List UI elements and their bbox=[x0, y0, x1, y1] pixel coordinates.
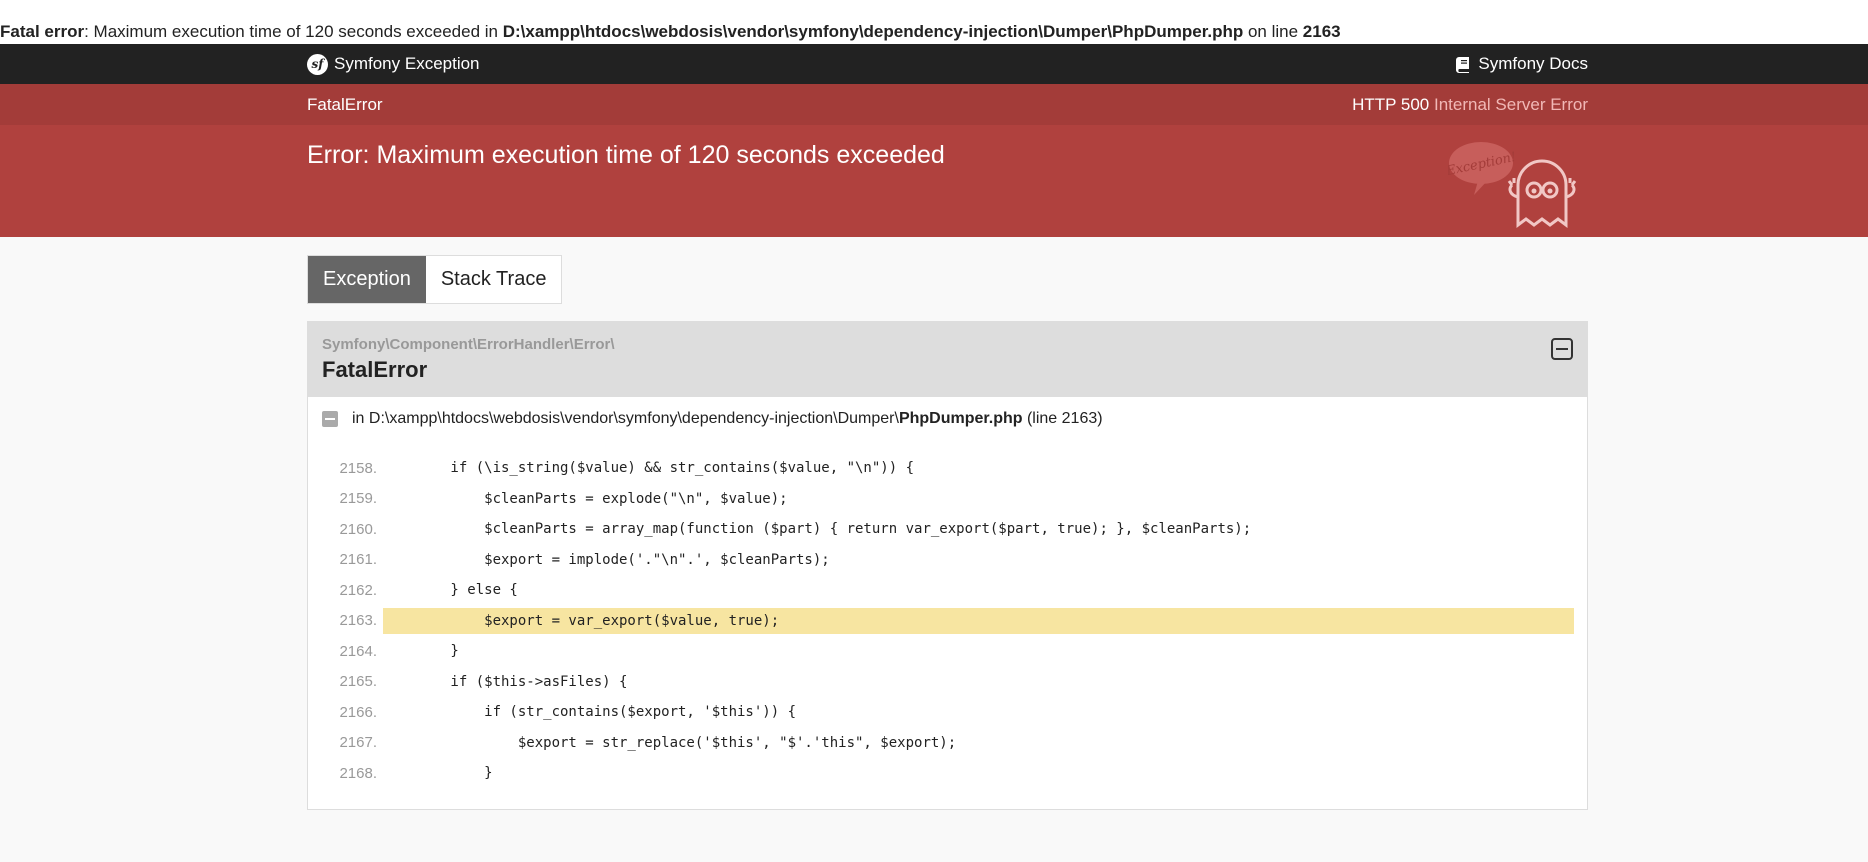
code-line: 2168. } bbox=[322, 758, 1574, 789]
code-line: 2166. if (str_contains($export, '$this')… bbox=[322, 697, 1574, 728]
line-number: 2167. bbox=[339, 734, 377, 752]
code-text: if ($this->asFiles) { bbox=[383, 673, 628, 690]
code-text: } bbox=[383, 765, 493, 782]
exception-header: FatalError HTTP 500 Internal Server Erro… bbox=[0, 84, 1868, 237]
symfony-logo-icon: sf bbox=[307, 53, 328, 75]
fatal-error-text: : Maximum execution time of 120 seconds … bbox=[84, 22, 503, 41]
line-number: 2161. bbox=[339, 551, 377, 569]
line-number: 2158. bbox=[339, 459, 377, 477]
docs-link[interactable]: Symfony Docs bbox=[1456, 54, 1588, 74]
book-icon bbox=[1456, 56, 1470, 73]
trace-file-line: in D:\xampp\htdocs\webdosis\vendor\symfo… bbox=[308, 397, 1587, 441]
docs-label: Symfony Docs bbox=[1478, 54, 1588, 73]
header-meta: FatalError HTTP 500 Internal Server Erro… bbox=[0, 84, 1868, 125]
trace-file-prefix: in D:\xampp\htdocs\webdosis\vendor\symfo… bbox=[352, 410, 899, 427]
status-text: Internal Server Error bbox=[1434, 94, 1588, 114]
code-line: 2159. $cleanParts = explode("\n", $value… bbox=[322, 484, 1574, 515]
trace-file-line-number: (line 2163) bbox=[1026, 410, 1103, 427]
fatal-error-online: on line bbox=[1243, 22, 1303, 41]
code-text: } bbox=[383, 643, 459, 660]
code-text: } else { bbox=[383, 582, 518, 599]
status-code: HTTP 500 bbox=[1352, 94, 1430, 114]
line-number: 2165. bbox=[339, 673, 377, 691]
code-line: 2160. $cleanParts = array_map(function (… bbox=[322, 514, 1574, 545]
exception-panel: Symfony\Component\ErrorHandler\Error\ Fa… bbox=[307, 321, 1588, 810]
header-main: Error: Maximum execution time of 120 sec… bbox=[0, 125, 1868, 237]
line-number: 2162. bbox=[339, 581, 377, 599]
exception-panel-header: Symfony\Component\ErrorHandler\Error\ Fa… bbox=[308, 322, 1587, 397]
code-line: 2165. if ($this->asFiles) { bbox=[322, 667, 1574, 698]
code-text: $export = var_export($value, true); bbox=[383, 607, 1574, 634]
tab-stack-trace[interactable]: Stack Trace bbox=[425, 256, 562, 303]
top-bar: sf Symfony Exception Symfony Docs bbox=[0, 44, 1868, 84]
ghost-illustration-icon: Exception! bbox=[1448, 142, 1577, 228]
code-text: $export = str_replace('$this', "$'.'this… bbox=[383, 734, 957, 751]
code-line: 2167. $export = str_replace('$this', "$'… bbox=[322, 728, 1574, 759]
exception-class: FatalError bbox=[322, 357, 428, 382]
code-text: if (str_contains($export, '$this')) { bbox=[383, 704, 797, 721]
exception-title: Error: Maximum execution time of 120 sec… bbox=[307, 141, 945, 169]
brand-label: Symfony Exception bbox=[334, 54, 480, 73]
code-text: $cleanParts = array_map(function ($part)… bbox=[383, 521, 1252, 538]
code-line: 2162. } else { bbox=[322, 575, 1574, 606]
code-text: $export = implode('."\n".', $cleanParts)… bbox=[383, 551, 830, 568]
code-text: $cleanParts = explode("\n", $value); bbox=[383, 490, 788, 507]
http-status: HTTP 500 Internal Server Error bbox=[1352, 95, 1588, 115]
collapse-toggle-icon[interactable] bbox=[1551, 338, 1573, 360]
code-line: 2163. $export = var_export($value, true)… bbox=[322, 606, 1574, 637]
trace-file-name: PhpDumper.php bbox=[898, 410, 1023, 427]
line-number: 2168. bbox=[339, 764, 377, 782]
collapse-trace-icon[interactable] bbox=[322, 411, 338, 427]
code-line: 2158. if (\is_string($value) && str_cont… bbox=[322, 453, 1574, 484]
line-number: 2159. bbox=[339, 490, 377, 508]
code-excerpt: 2158. if (\is_string($value) && str_cont… bbox=[308, 441, 1587, 809]
php-fatal-error-message: Fatal error: Maximum execution time of 1… bbox=[0, 0, 1868, 44]
fatal-error-path: D:\xampp\htdocs\webdosis\vendor\symfony\… bbox=[502, 22, 1244, 41]
line-number: 2163. bbox=[339, 612, 377, 630]
line-number: 2160. bbox=[339, 520, 377, 538]
line-number: 2166. bbox=[339, 703, 377, 721]
brand: sf Symfony Exception bbox=[307, 53, 480, 75]
fatal-error-label: Fatal error bbox=[0, 22, 85, 41]
exception-class-label: FatalError bbox=[307, 94, 383, 114]
line-number: 2164. bbox=[339, 642, 377, 660]
code-line: 2164. } bbox=[322, 636, 1574, 667]
code-line: 2161. $export = implode('."\n".', $clean… bbox=[322, 545, 1574, 576]
fatal-error-line: 2163 bbox=[1302, 22, 1341, 41]
exception-namespace: Symfony\Component\ErrorHandler\Error\ bbox=[322, 336, 615, 353]
tab-navigation: Exception Stack Trace bbox=[307, 255, 563, 304]
tab-exception[interactable]: Exception bbox=[308, 256, 426, 303]
code-text: if (\is_string($value) && str_contains($… bbox=[383, 460, 915, 477]
